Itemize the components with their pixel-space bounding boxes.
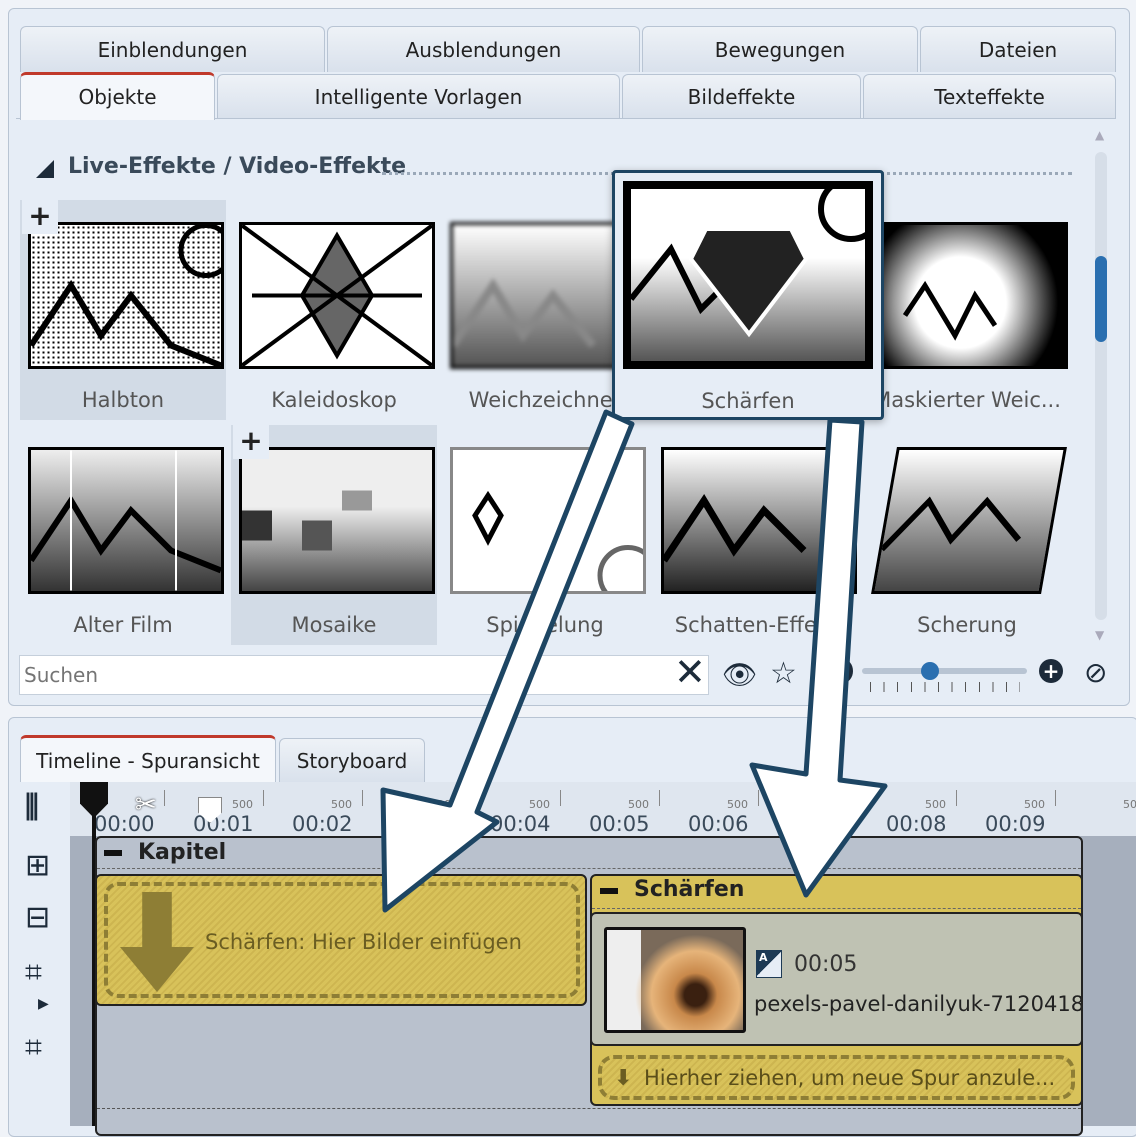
drag-arrows [380, 409, 888, 913]
drag-arrow-right [749, 417, 888, 898]
drag-arrow-left [380, 409, 635, 913]
tab-objekte[interactable]: Objekte [20, 72, 215, 120]
